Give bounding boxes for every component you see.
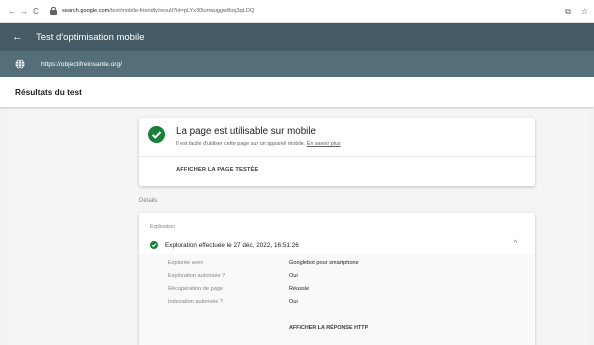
details-label: Détails [139, 198, 158, 204]
results-header: Résultats du test [0, 77, 594, 107]
address-bar[interactable]: search.google.com/test/mobile-friendly/r… [50, 3, 555, 19]
detail-value: Réussie [289, 286, 310, 292]
browser-actions: ⧉ ☆ [555, 0, 588, 23]
detail-row: Explorée avec Googlebot pour smartphone [139, 260, 535, 272]
share-icon[interactable]: ⧉ [565, 0, 571, 23]
learn-more-link[interactable]: En savoir plus [307, 141, 341, 147]
detail-row: Récupération de page Réussie [139, 286, 535, 298]
results-title: Résultats du test [15, 87, 82, 97]
detail-row: Exploration autorisée ? Oui [139, 273, 535, 285]
bookmark-star-icon[interactable]: ☆ [581, 0, 588, 23]
summary-description-text: Il est facile d'utiliser cette page sur … [176, 141, 306, 147]
address-path: /test/mobile-friendly/result?id=pLYx30lu… [109, 8, 255, 14]
globe-icon [15, 59, 25, 69]
back-arrow-icon[interactable]: ← [12, 23, 24, 51]
crawl-heading: Exploration [150, 224, 176, 230]
address-url[interactable]: search.google.com/test/mobile-friendly/r… [62, 8, 254, 14]
crawl-details: Explorée avec Googlebot pour smartphone … [139, 254, 535, 345]
chevron-up-icon[interactable]: ^ [514, 240, 517, 247]
lock-icon[interactable] [50, 7, 57, 15]
check-circle-small-icon [150, 241, 158, 249]
check-circle-icon [148, 126, 165, 143]
page-title: Test d'optimisation mobile [36, 31, 145, 43]
main-content: La page est utilisable sur mobile Il est… [7, 108, 588, 345]
detail-value: Googlebot pour smartphone [289, 260, 359, 266]
summary-title: La page est utilisable sur mobile [176, 126, 316, 137]
detail-row: Indexation autorisée ? Oui [139, 299, 535, 311]
detail-label: Exploration autorisée ? [168, 273, 226, 279]
tested-url-bar: https://objectifreinsante.org/ [0, 51, 594, 77]
summary-description: Il est facile d'utiliser cette page sur … [176, 141, 341, 147]
card-divider [139, 156, 535, 157]
show-http-response-button[interactable]: AFFICHER LA RÉPONSE HTTP [289, 325, 368, 331]
back-icon[interactable]: ← [6, 0, 18, 23]
crawl-summary: Exploration effectuée le 27 déc. 2022, 1… [165, 242, 299, 249]
crawl-card: Exploration Exploration effectuée le 27 … [139, 213, 535, 345]
detail-label: Explorée avec [168, 260, 204, 266]
forward-icon[interactable]: → [18, 0, 30, 23]
detail-label: Récupération de page [168, 286, 224, 292]
summary-card: La page est utilisable sur mobile Il est… [139, 118, 535, 186]
detail-value: Oui [289, 273, 298, 279]
reload-icon[interactable]: C [30, 0, 42, 23]
tested-url: https://objectifreinsante.org/ [41, 60, 123, 68]
address-domain: search.google.com [62, 8, 110, 14]
crawl-summary-row[interactable]: Exploration effectuée le 27 déc. 2022, 1… [139, 237, 535, 254]
show-tested-page-button[interactable]: AFFICHER LA PAGE TESTÉE [176, 167, 259, 173]
detail-label: Indexation autorisée ? [168, 299, 224, 305]
app-header: ← Test d'optimisation mobile [0, 23, 594, 51]
browser-toolbar: ← → C search.google.com/test/mobile-frie… [0, 0, 594, 23]
detail-value: Oui [289, 299, 298, 305]
